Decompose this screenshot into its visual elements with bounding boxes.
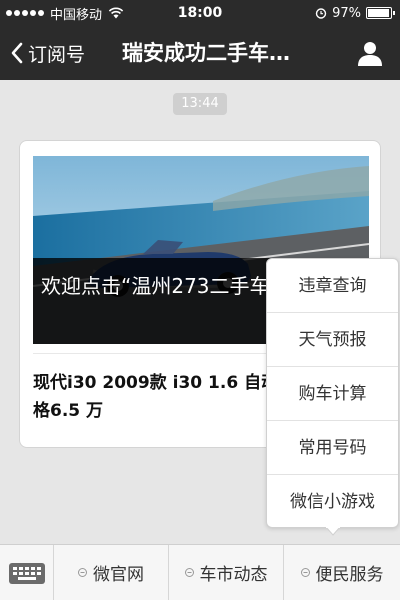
popup-menu: 违章查询 天气预报 购车计算 常用号码 微信小游戏 [266,258,399,528]
tab-convenience-services[interactable]: 便民服务 [284,545,400,600]
battery-percent: 97% [332,5,361,21]
battery-fill [368,9,390,17]
status-bar: 中国移动 18:00 97% [0,0,400,26]
person-icon[interactable] [356,39,384,67]
chevron-left-icon [11,42,23,64]
tab-label: 车市动态 [199,565,268,585]
bottom-menu-bar: 微官网 车市动态 便民服务 [0,544,400,600]
tab-micro-site[interactable]: 微官网 [54,545,169,600]
popup-arrow [326,527,340,536]
keyboard-icon [8,562,45,584]
menu-item-weather[interactable]: 天气预报 [267,313,398,367]
menu-item-common-numbers[interactable]: 常用号码 [267,421,398,475]
menu-dot-icon [184,568,194,577]
message-timestamp: 13:44 [173,93,227,115]
menu-item-car-calculator[interactable]: 购车计算 [267,367,398,421]
tab-label: 便民服务 [315,565,384,585]
menu-item-mini-games[interactable]: 微信小游戏 [267,475,398,529]
page-title: 瑞安成功二手车… [122,41,290,65]
tab-label: 微官网 [93,565,144,585]
alarm-clock-icon [315,8,327,19]
menu-dot-icon [300,568,310,577]
menu-item-violation-query[interactable]: 违章查询 [267,259,398,313]
keyboard-toggle-button[interactable] [0,545,54,600]
back-label: 订阅号 [28,43,86,66]
nav-bar: 订阅号 瑞安成功二手车… [0,26,400,80]
back-button[interactable]: 订阅号 [0,26,100,80]
battery-icon [366,7,395,19]
tab-market-news[interactable]: 车市动态 [169,545,284,600]
menu-dot-icon [78,568,87,577]
